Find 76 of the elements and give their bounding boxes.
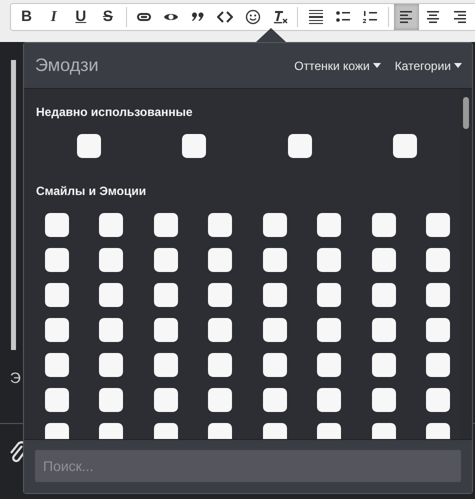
emoji-placeholder[interactable] — [372, 388, 396, 412]
emoji-placeholder[interactable] — [154, 283, 178, 307]
caret-icon — [372, 63, 381, 68]
emoji-placeholder[interactable] — [99, 353, 124, 377]
format-button[interactable]: B — [14, 4, 40, 30]
emoji-placeholder[interactable] — [76, 134, 101, 158]
editor-text: Э — [10, 369, 21, 389]
caret-icon — [454, 63, 462, 68]
emoji-placeholder[interactable] — [317, 248, 342, 272]
emoji-placeholder[interactable] — [288, 134, 312, 158]
emoji-placeholder[interactable] — [45, 388, 69, 412]
emoji-placeholder[interactable] — [208, 213, 232, 237]
search-field[interactable]: Поиск... — [35, 450, 461, 482]
emoji-placeholder[interactable] — [208, 318, 232, 342]
emoji-placeholder[interactable] — [426, 283, 450, 307]
emoji-placeholder[interactable] — [45, 213, 69, 237]
emoji-placeholder[interactable] — [426, 353, 450, 377]
emoji-placeholder[interactable] — [262, 353, 287, 377]
emoji-placeholder[interactable] — [426, 213, 450, 237]
emoji-placeholder[interactable] — [208, 353, 232, 377]
emoji-placeholder[interactable] — [154, 213, 178, 237]
emoji-placeholder[interactable] — [45, 353, 69, 377]
clear-format-icon — [272, 9, 288, 25]
emoji-placeholder[interactable] — [208, 248, 232, 272]
emoji-placeholder[interactable] — [426, 388, 450, 412]
format-button[interactable]: S — [95, 4, 120, 30]
emoji-placeholder[interactable] — [372, 318, 396, 342]
emoji-placeholder[interactable] — [317, 353, 342, 377]
emoji-placeholder[interactable] — [372, 213, 396, 237]
emoji-placeholder[interactable] — [99, 318, 124, 342]
emoji-placeholder[interactable] — [426, 318, 450, 342]
align-center-icon — [425, 9, 442, 25]
code-icon — [217, 9, 234, 25]
emoji-placeholder[interactable] — [99, 248, 124, 272]
emoji-placeholder[interactable] — [317, 283, 342, 307]
emoji-placeholder[interactable] — [393, 134, 418, 158]
emoji-placeholder[interactable] — [208, 388, 232, 412]
toolbar-button[interactable] — [394, 4, 419, 30]
scrollbar-thumb[interactable] — [463, 97, 469, 129]
horizontal-rule-icon — [308, 9, 324, 25]
format-button[interactable]: U — [68, 4, 94, 30]
emoji-placeholder[interactable] — [262, 388, 287, 412]
emoji-placeholder[interactable] — [45, 318, 69, 342]
align-left-icon — [398, 9, 414, 25]
emoji-placeholder[interactable] — [208, 283, 232, 307]
emoji-placeholder[interactable] — [45, 248, 69, 272]
align-right-icon — [452, 9, 468, 25]
emoji-placeholder[interactable] — [317, 388, 342, 412]
emoji-placeholder[interactable] — [154, 318, 178, 342]
section-title: Смайлы и Эмоции — [36, 183, 148, 200]
emoji-placeholder[interactable] — [154, 388, 178, 412]
format-button[interactable]: I — [41, 4, 66, 30]
emoji-placeholder[interactable] — [154, 353, 178, 377]
emoji-placeholder[interactable] — [372, 248, 396, 272]
numbered-list-icon — [362, 9, 378, 25]
emoji-placeholder[interactable] — [262, 283, 287, 307]
emoji-placeholder[interactable] — [99, 388, 124, 412]
smiley-icon — [244, 9, 261, 25]
emoji-placeholder[interactable] — [262, 318, 287, 342]
emoji-placeholder[interactable] — [317, 213, 342, 237]
bullet-list-icon — [334, 9, 351, 25]
emoji-placeholder[interactable] — [99, 283, 124, 307]
emoji-placeholder[interactable] — [372, 353, 396, 377]
dropdown-menu-button[interactable]: Оттенки кожи — [294, 56, 381, 74]
popover-title: Эмодзи — [35, 54, 100, 77]
emoji-placeholder[interactable] — [317, 318, 342, 342]
emoji-placeholder[interactable] — [262, 213, 287, 237]
emoji-placeholder[interactable] — [372, 283, 396, 307]
emoji-placeholder[interactable] — [262, 248, 287, 272]
emoji-placeholder[interactable] — [154, 248, 178, 272]
section-title: Недавно использованные — [36, 104, 194, 121]
emoji-placeholder[interactable] — [182, 134, 206, 158]
emoji-placeholder[interactable] — [426, 248, 450, 272]
emoji-placeholder[interactable] — [45, 283, 69, 307]
dropdown-menu-button[interactable]: Категории — [394, 56, 462, 74]
emoji-placeholder[interactable] — [99, 213, 124, 237]
